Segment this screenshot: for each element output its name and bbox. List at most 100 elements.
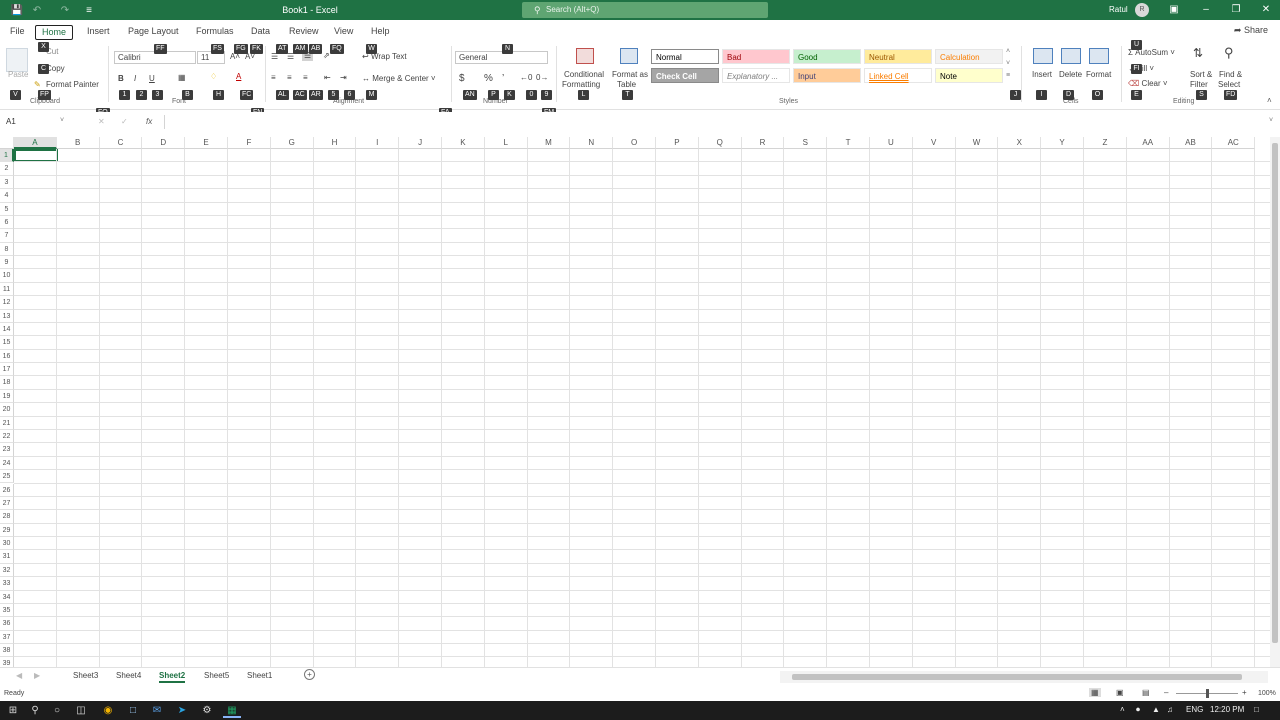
name-box[interactable]: A1 <box>2 115 68 129</box>
column-header[interactable]: T <box>827 137 870 149</box>
zoom-in-icon[interactable]: + <box>1242 688 1247 697</box>
row-header[interactable]: 37 <box>0 630 14 645</box>
tab-review[interactable]: Review <box>283 25 325 38</box>
column-header[interactable]: N <box>570 137 614 149</box>
cancel-icon[interactable]: ✕ <box>98 117 105 126</box>
italic-icon[interactable]: I <box>134 74 136 83</box>
column-header[interactable]: C <box>99 137 143 149</box>
sort-filter-label2[interactable]: Filter <box>1190 80 1208 89</box>
row-header[interactable]: 21 <box>0 416 14 430</box>
row-header[interactable]: 15 <box>0 336 14 350</box>
find-select-label2[interactable]: Select <box>1218 80 1240 89</box>
mail-icon[interactable]: ✉ <box>148 703 166 718</box>
scroll-thumb[interactable] <box>1272 143 1278 643</box>
column-header[interactable]: D <box>142 137 186 149</box>
sheet-tab-active[interactable]: Sheet2 <box>159 671 186 683</box>
sheet-tab[interactable]: Sheet1 <box>247 671 272 680</box>
page-layout-view-icon[interactable]: ▣ <box>1116 688 1124 697</box>
close-icon[interactable]: ✕ <box>1252 0 1280 20</box>
active-cell[interactable] <box>14 149 58 162</box>
start-icon[interactable]: ⊞ <box>4 703 22 718</box>
column-header[interactable]: G <box>270 137 314 149</box>
gallery-down-icon[interactable]: ˅ <box>1006 60 1010 67</box>
column-header[interactable]: Z <box>1084 137 1127 149</box>
collapse-ribbon-icon[interactable]: ˄ <box>1267 96 1272 105</box>
format-cells-label[interactable]: Format <box>1086 70 1111 79</box>
cell-style-explanatory[interactable]: Explanatory ... <box>722 68 790 83</box>
prev-sheet-icon[interactable]: ◀ <box>16 671 22 680</box>
search-box[interactable]: ⚲ Search (Alt+Q) <box>522 2 768 18</box>
insert-cells-icon[interactable] <box>1033 48 1053 64</box>
tab-view[interactable]: View <box>328 25 359 38</box>
row-header[interactable]: 13 <box>0 309 14 323</box>
column-header[interactable]: V <box>912 137 956 149</box>
format-painter-icon[interactable]: ✎ <box>34 80 41 89</box>
tab-help[interactable]: Help <box>365 25 396 38</box>
clock[interactable]: 12:20 PM <box>1210 705 1244 714</box>
row-header[interactable]: 38 <box>0 644 14 658</box>
sheet-tab[interactable]: Sheet3 <box>73 671 98 680</box>
row-header[interactable]: 23 <box>0 443 14 457</box>
cell-style-linked-cell[interactable]: Linked Cell <box>864 68 932 83</box>
zoom-out-icon[interactable]: – <box>1164 688 1168 697</box>
align-left-icon[interactable]: ≡ <box>271 73 276 82</box>
row-header[interactable]: 6 <box>0 215 14 230</box>
row-header[interactable]: 31 <box>0 550 14 564</box>
column-header[interactable]: AC <box>1212 137 1256 149</box>
insert-cells-label[interactable]: Insert <box>1032 70 1052 79</box>
increase-decimal-icon[interactable]: ←0 <box>520 73 532 82</box>
align-center-icon[interactable]: ≡ <box>287 73 292 82</box>
currency-icon[interactable]: $ <box>459 73 465 84</box>
cell-style-check-cell[interactable]: Check Cell <box>651 68 719 83</box>
sort-filter-label[interactable]: Sort & <box>1190 70 1212 79</box>
bold-icon[interactable]: B <box>118 74 124 83</box>
column-header[interactable]: O <box>613 137 656 149</box>
row-header[interactable]: 3 <box>0 175 14 190</box>
decrease-indent-icon[interactable]: ⇤ <box>324 73 331 82</box>
column-header[interactable]: AA <box>1126 137 1170 149</box>
next-sheet-icon[interactable]: ▶ <box>34 671 40 680</box>
row-header[interactable]: 27 <box>0 496 14 511</box>
formula-input[interactable] <box>164 115 1268 129</box>
gallery-more-icon[interactable]: ≡ <box>1006 72 1010 79</box>
row-header[interactable]: 2 <box>0 162 14 176</box>
column-header[interactable]: Y <box>1041 137 1084 149</box>
row-header[interactable]: 19 <box>0 389 14 404</box>
row-header[interactable]: 4 <box>0 189 14 203</box>
column-header[interactable]: W <box>955 137 999 149</box>
column-header[interactable]: H <box>313 137 357 149</box>
column-header[interactable]: S <box>784 137 828 149</box>
column-header[interactable]: Q <box>698 137 742 149</box>
merge-center-button[interactable]: ↔ Merge & Center ˅ <box>362 74 436 83</box>
cell-style-note[interactable]: Note <box>935 68 1003 83</box>
borders-icon[interactable]: ▦ <box>178 73 186 82</box>
row-header[interactable]: 39 <box>0 657 14 667</box>
expand-formula-bar-icon[interactable]: ˅ <box>1269 117 1273 124</box>
gallery-up-icon[interactable]: ˄ <box>1006 48 1010 55</box>
row-header[interactable]: 25 <box>0 470 14 484</box>
column-header[interactable]: M <box>527 137 571 149</box>
paste-label[interactable]: Paste <box>8 70 28 79</box>
tab-formulas[interactable]: Formulas <box>190 25 240 38</box>
row-header[interactable]: 9 <box>0 256 14 270</box>
files-icon[interactable]: □ <box>124 703 142 718</box>
underline-icon[interactable]: U <box>149 74 155 83</box>
sheet-tab[interactable]: Sheet4 <box>116 671 141 680</box>
row-header[interactable]: 35 <box>0 603 14 618</box>
user-name[interactable]: Ratul <box>1109 5 1128 14</box>
comma-icon[interactable]: ’ <box>502 73 504 84</box>
tray-chevron-icon[interactable]: ˄ <box>1120 705 1125 714</box>
cell-style-calculation[interactable]: Calculation <box>935 49 1003 64</box>
row-header[interactable]: 32 <box>0 563 14 578</box>
sheet-tab[interactable]: Sheet5 <box>204 671 229 680</box>
column-header[interactable]: K <box>442 137 485 149</box>
conditional-formatting-icon[interactable] <box>576 48 594 64</box>
notifications-icon[interactable]: □ <box>1254 705 1259 714</box>
horizontal-scrollbar[interactable] <box>780 671 1268 683</box>
column-header[interactable]: U <box>870 137 913 149</box>
cell-style-bad[interactable]: Bad <box>722 49 790 64</box>
column-header[interactable]: F <box>228 137 271 149</box>
row-header[interactable]: 17 <box>0 363 14 377</box>
tab-file[interactable]: File <box>4 25 31 38</box>
row-header[interactable]: 10 <box>0 269 14 283</box>
